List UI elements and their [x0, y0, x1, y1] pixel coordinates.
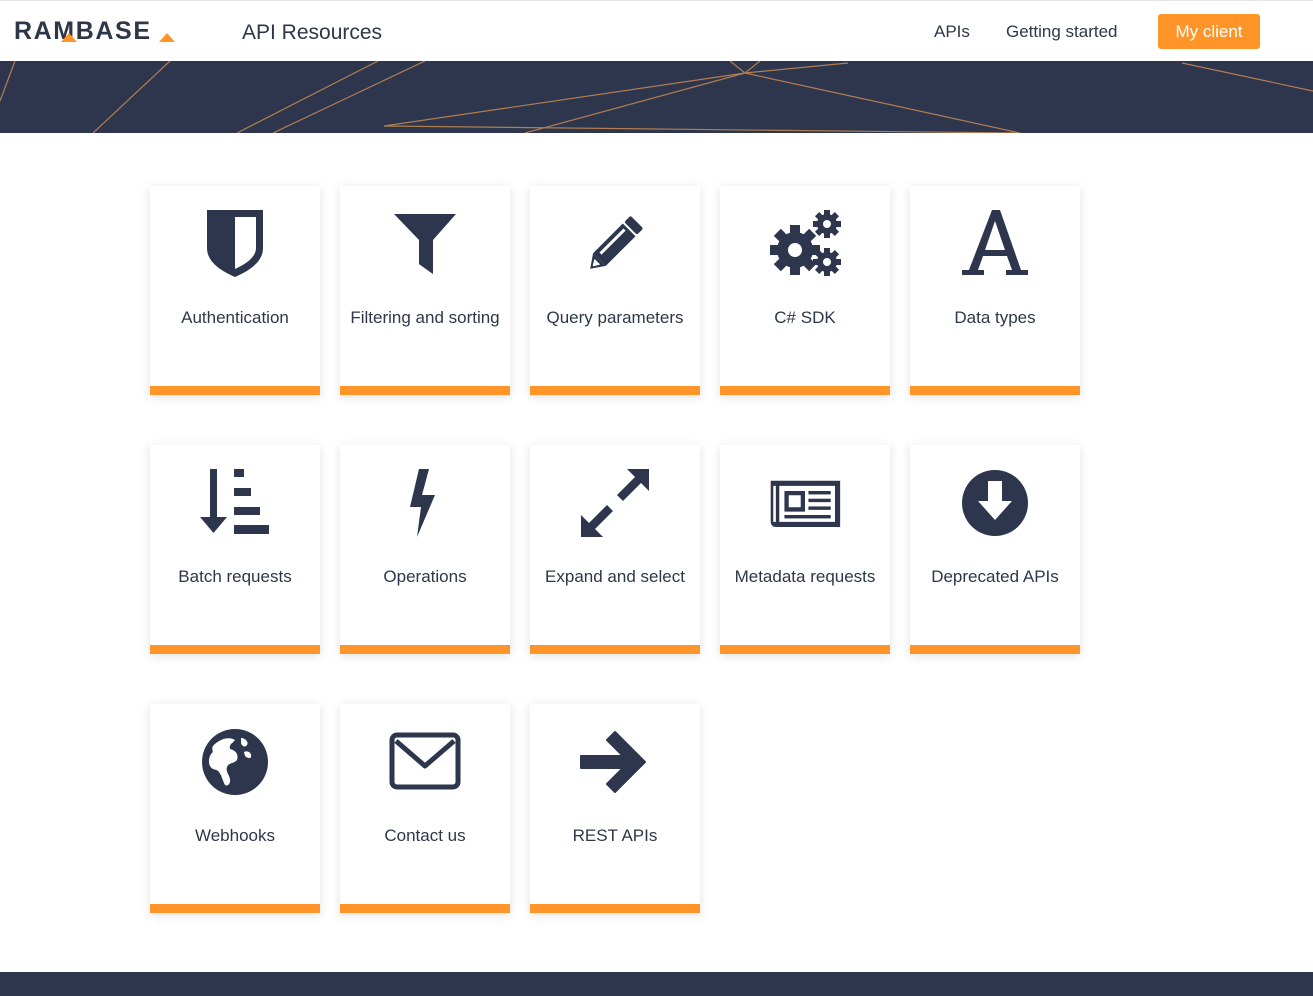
nav-link-apis[interactable]: APIs	[934, 21, 970, 43]
bolt-icon	[389, 467, 461, 539]
card-rest-apis[interactable]: REST APIs	[530, 704, 700, 913]
expand-arrows-icon	[579, 467, 651, 539]
card-label: Operations	[383, 567, 467, 586]
shield-icon	[199, 208, 271, 280]
rambase-logo[interactable]: RAMBASE	[14, 19, 152, 44]
newspaper-icon	[769, 467, 841, 539]
globe-icon	[199, 726, 271, 798]
envelope-icon	[389, 726, 461, 798]
card-label: REST APIs	[572, 826, 658, 845]
card-deprecated-apis[interactable]: Deprecated APIs	[910, 445, 1080, 654]
page-footer	[0, 972, 1313, 996]
card-label: Query parameters	[546, 308, 684, 327]
top-navbar: RAMBASE API Resources APIs Getting start…	[0, 0, 1313, 61]
gears-icon	[769, 208, 841, 280]
card-label: Authentication	[181, 308, 289, 327]
card-authentication[interactable]: Authentication	[150, 186, 320, 395]
card-label: Data types	[954, 308, 1036, 327]
card-webhooks[interactable]: Webhooks	[150, 704, 320, 913]
card-label: Deprecated APIs	[931, 567, 1059, 586]
arrow-circle-down-icon	[959, 467, 1031, 539]
card-query-parameters[interactable]: Query parameters	[530, 186, 700, 395]
pencil-icon	[579, 208, 651, 280]
card-label: Contact us	[384, 826, 466, 845]
card-label: Expand and select	[545, 567, 685, 586]
card-csharp-sdk[interactable]: C# SDK	[720, 186, 890, 395]
sort-amount-desc-icon	[199, 467, 271, 539]
hero-banner	[0, 61, 1313, 133]
site-title: API Resources	[242, 21, 383, 44]
filter-icon	[389, 208, 461, 280]
card-operations[interactable]: Operations	[340, 445, 510, 654]
card-label: Filtering and sorting	[350, 308, 500, 327]
card-label: Webhooks	[194, 826, 275, 845]
arrow-right-icon	[579, 726, 651, 798]
card-expand-and-select[interactable]: Expand and select	[530, 445, 700, 654]
card-metadata-requests[interactable]: Metadata requests	[720, 445, 890, 654]
font-icon	[959, 208, 1031, 280]
banner-lines-decoration	[0, 61, 1313, 133]
card-batch-requests[interactable]: Batch requests	[150, 445, 320, 654]
card-label: Metadata requests	[734, 567, 876, 586]
nav-link-getting-started[interactable]: Getting started	[1006, 21, 1118, 43]
card-label: Batch requests	[178, 567, 292, 586]
card-filtering-and-sorting[interactable]: Filtering and sorting	[340, 186, 510, 395]
card-label: C# SDK	[774, 308, 836, 327]
card-data-types[interactable]: Data types	[910, 186, 1080, 395]
my-client-button[interactable]: My client	[1158, 14, 1260, 49]
card-contact-us[interactable]: Contact us	[340, 704, 510, 913]
